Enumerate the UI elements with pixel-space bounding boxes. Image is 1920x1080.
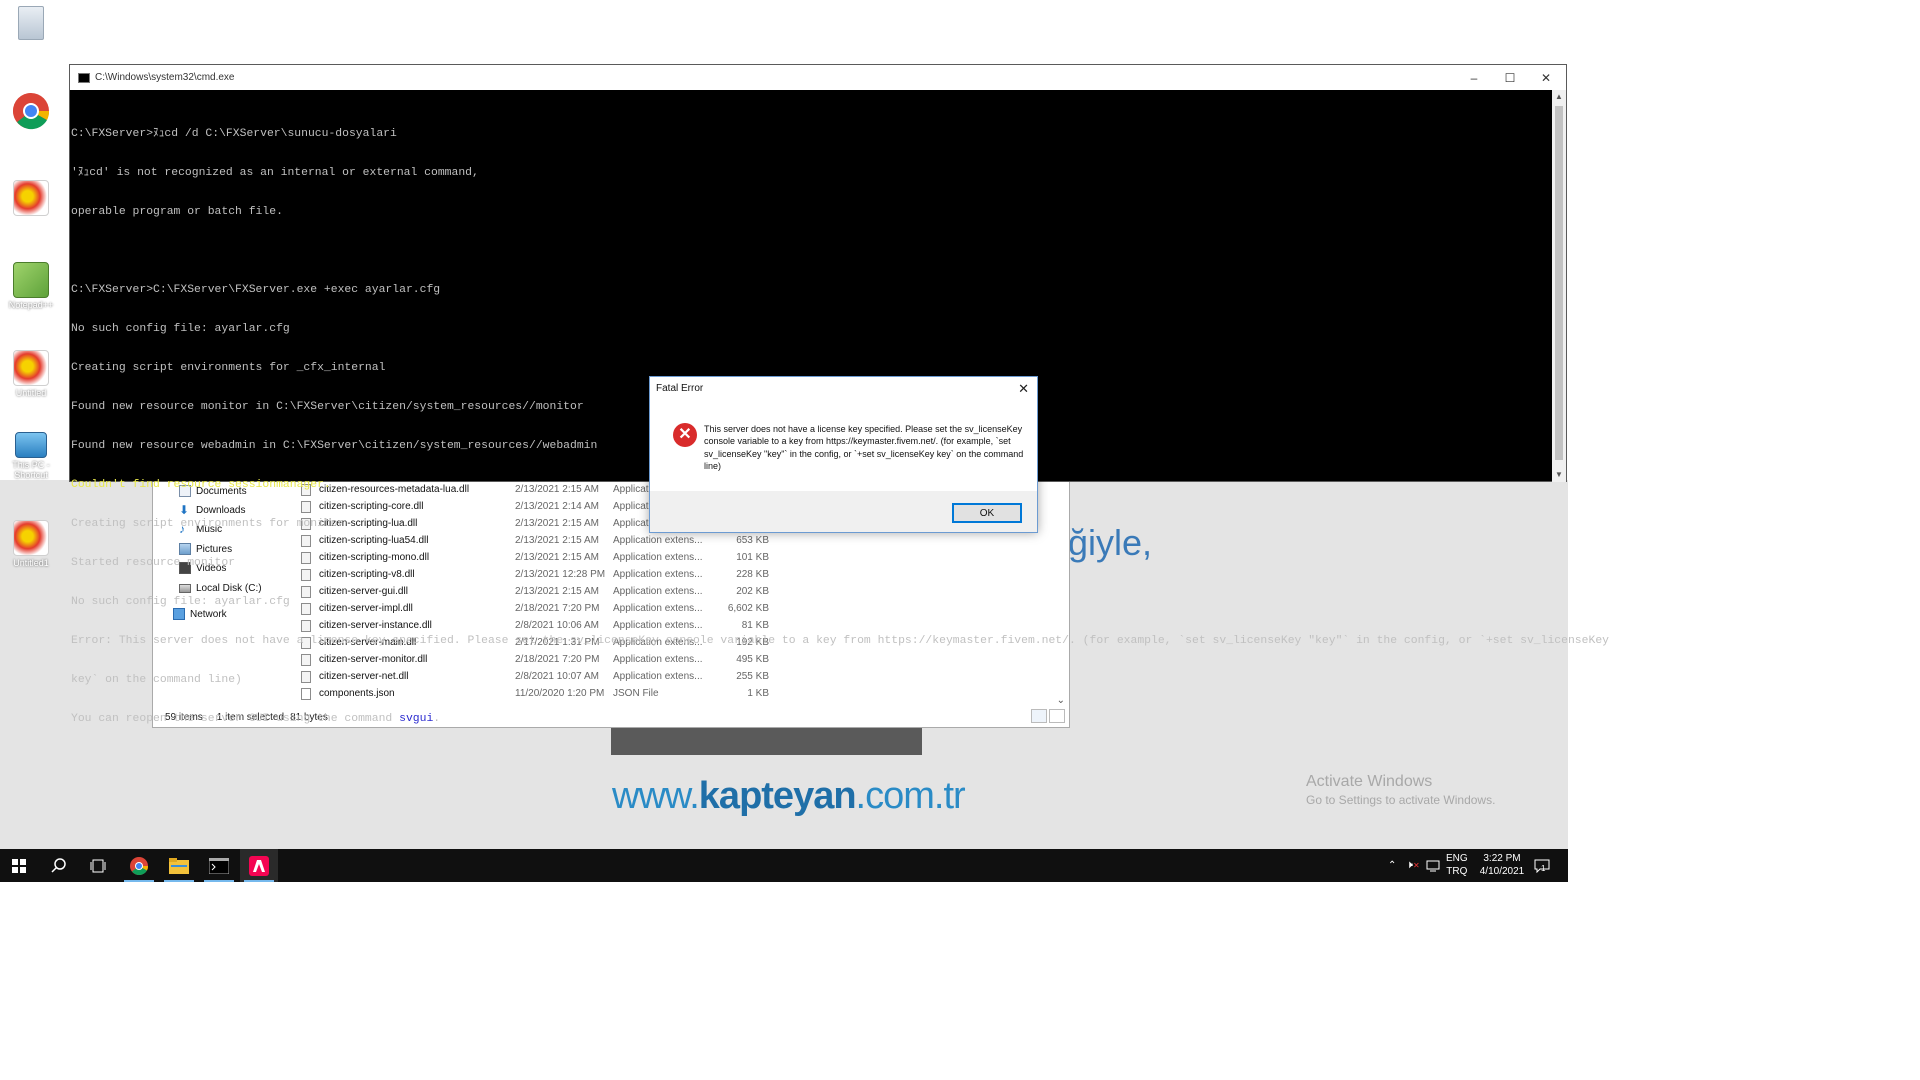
paint-icon [13, 520, 49, 556]
error-icon: ✕ [673, 423, 697, 447]
network-icon [1426, 860, 1440, 871]
recycle-bin-icon [18, 6, 44, 40]
minimize-button[interactable]: – [1456, 65, 1492, 90]
notification-count: 1 [1541, 864, 1546, 873]
dialog-body: ✕ This server does not have a license ke… [650, 401, 1037, 491]
clock[interactable]: 3:22 PM 4/10/2021 [1476, 852, 1528, 878]
paint-icon [13, 180, 49, 216]
action-center-button[interactable]: 1 [1534, 849, 1550, 882]
cmd-window-title: C:\Windows\system32\cmd.exe [95, 72, 235, 83]
chevron-up-icon: ⌃ [1388, 860, 1397, 871]
close-button[interactable]: ✕ [1528, 65, 1564, 90]
volume-muted-icon: 🕨✕ [1406, 859, 1420, 871]
network-tray-button[interactable] [1426, 849, 1440, 882]
scroll-down-icon[interactable]: ▼ [1552, 468, 1566, 482]
taskbar-cmd[interactable] [200, 849, 238, 882]
notepad-plus-plus-icon [13, 262, 49, 298]
console-line: Started resource monitor [71, 557, 236, 569]
dialog-title[interactable]: Fatal Error [650, 377, 1037, 401]
taskbar-file-explorer[interactable] [160, 849, 198, 882]
input-language-indicator[interactable]: ENG TRQ [1446, 852, 1468, 878]
desktop-icon-label: Untitled1 [13, 558, 49, 568]
fivem-icon [249, 855, 269, 876]
show-hidden-icons-button[interactable]: ⌃ [1388, 849, 1396, 882]
desktop-icon-label: This PC - Shortcut [12, 460, 50, 480]
chrome-icon [13, 93, 50, 130]
paint-icon [13, 350, 49, 386]
taskbar: ⌃ 🕨✕ ENG TRQ 3:22 PM 4/10/2021 1 [0, 849, 1568, 882]
untitled-desktop-icon[interactable]: Untitled [8, 350, 54, 398]
desktop-icon-label: Notepad++ [8, 300, 54, 310]
console-line: No such config file: ayarlar.cfg [71, 323, 290, 335]
console-line: operable program or batch file. [71, 206, 283, 218]
windows-start-icon [12, 858, 26, 873]
ok-button[interactable]: OK [952, 503, 1022, 523]
console-error-line: Error: This server does not have a licen… [71, 635, 1609, 647]
start-button[interactable] [0, 849, 38, 882]
scrollbar-thumb[interactable] [1555, 106, 1563, 460]
console-line: key` on the command line) [71, 674, 242, 686]
console-line: No such config file: ayarlar.cfg [71, 596, 290, 608]
fatal-error-dialog: Fatal Error ✕ ✕ This server does not hav… [649, 376, 1038, 533]
taskbar-fivem[interactable] [240, 849, 278, 882]
chrome-desktop-icon[interactable] [8, 92, 54, 130]
console-line: C:\FXServer>ﾇｭcd /d C:\FXServer\sunucu-d… [71, 128, 397, 140]
paint-desktop-icon[interactable] [8, 180, 54, 216]
activate-windows-watermark: Activate Windows Go to Settings to activ… [1306, 773, 1496, 807]
console-line: C:\FXServer>C:\FXServer\FXServer.exe +ex… [71, 284, 441, 296]
cmd-scrollbar[interactable]: ▲ ▼ [1552, 90, 1566, 482]
notepad-plus-plus-desktop-icon[interactable]: Notepad++ [8, 262, 54, 310]
chrome-icon [130, 856, 149, 875]
console-line: Creating script environments for _cfx_in… [71, 362, 386, 374]
taskbar-chrome[interactable] [120, 849, 158, 882]
computer-icon [15, 432, 47, 458]
search-button[interactable] [40, 849, 78, 882]
website-url: www.kapteyan.com.tr [612, 775, 966, 817]
volume-button[interactable]: 🕨✕ [1406, 849, 1420, 882]
console-gui-hint: You can reopen the server GUI using the … [71, 713, 441, 725]
task-view-icon [90, 859, 106, 872]
desktop-icon-label: Untitled [15, 388, 47, 398]
file-explorer-icon [169, 857, 189, 874]
recycle-bin-desktop-icon[interactable] [8, 6, 54, 40]
maximize-button[interactable]: ☐ [1492, 65, 1528, 90]
cmd-icon [209, 857, 229, 874]
search-icon [51, 857, 66, 873]
cmd-title-bar[interactable]: C:\Windows\system32\cmd.exe [70, 65, 1566, 90]
dialog-message: This server does not have a license key … [704, 424, 1024, 471]
cmd-icon [78, 72, 90, 83]
task-view-button[interactable] [79, 849, 117, 882]
scroll-up-icon[interactable]: ▲ [1552, 90, 1566, 104]
console-line: ​ [71, 245, 1554, 258]
dialog-close-button[interactable]: ✕ [1018, 381, 1029, 397]
console-line: 'ﾇｭcd' is not recognized as an internal … [71, 167, 479, 179]
untitled1-desktop-icon[interactable]: Untitled1 [8, 520, 54, 568]
this-pc-desktop-icon[interactable]: This PC - Shortcut [8, 432, 54, 480]
